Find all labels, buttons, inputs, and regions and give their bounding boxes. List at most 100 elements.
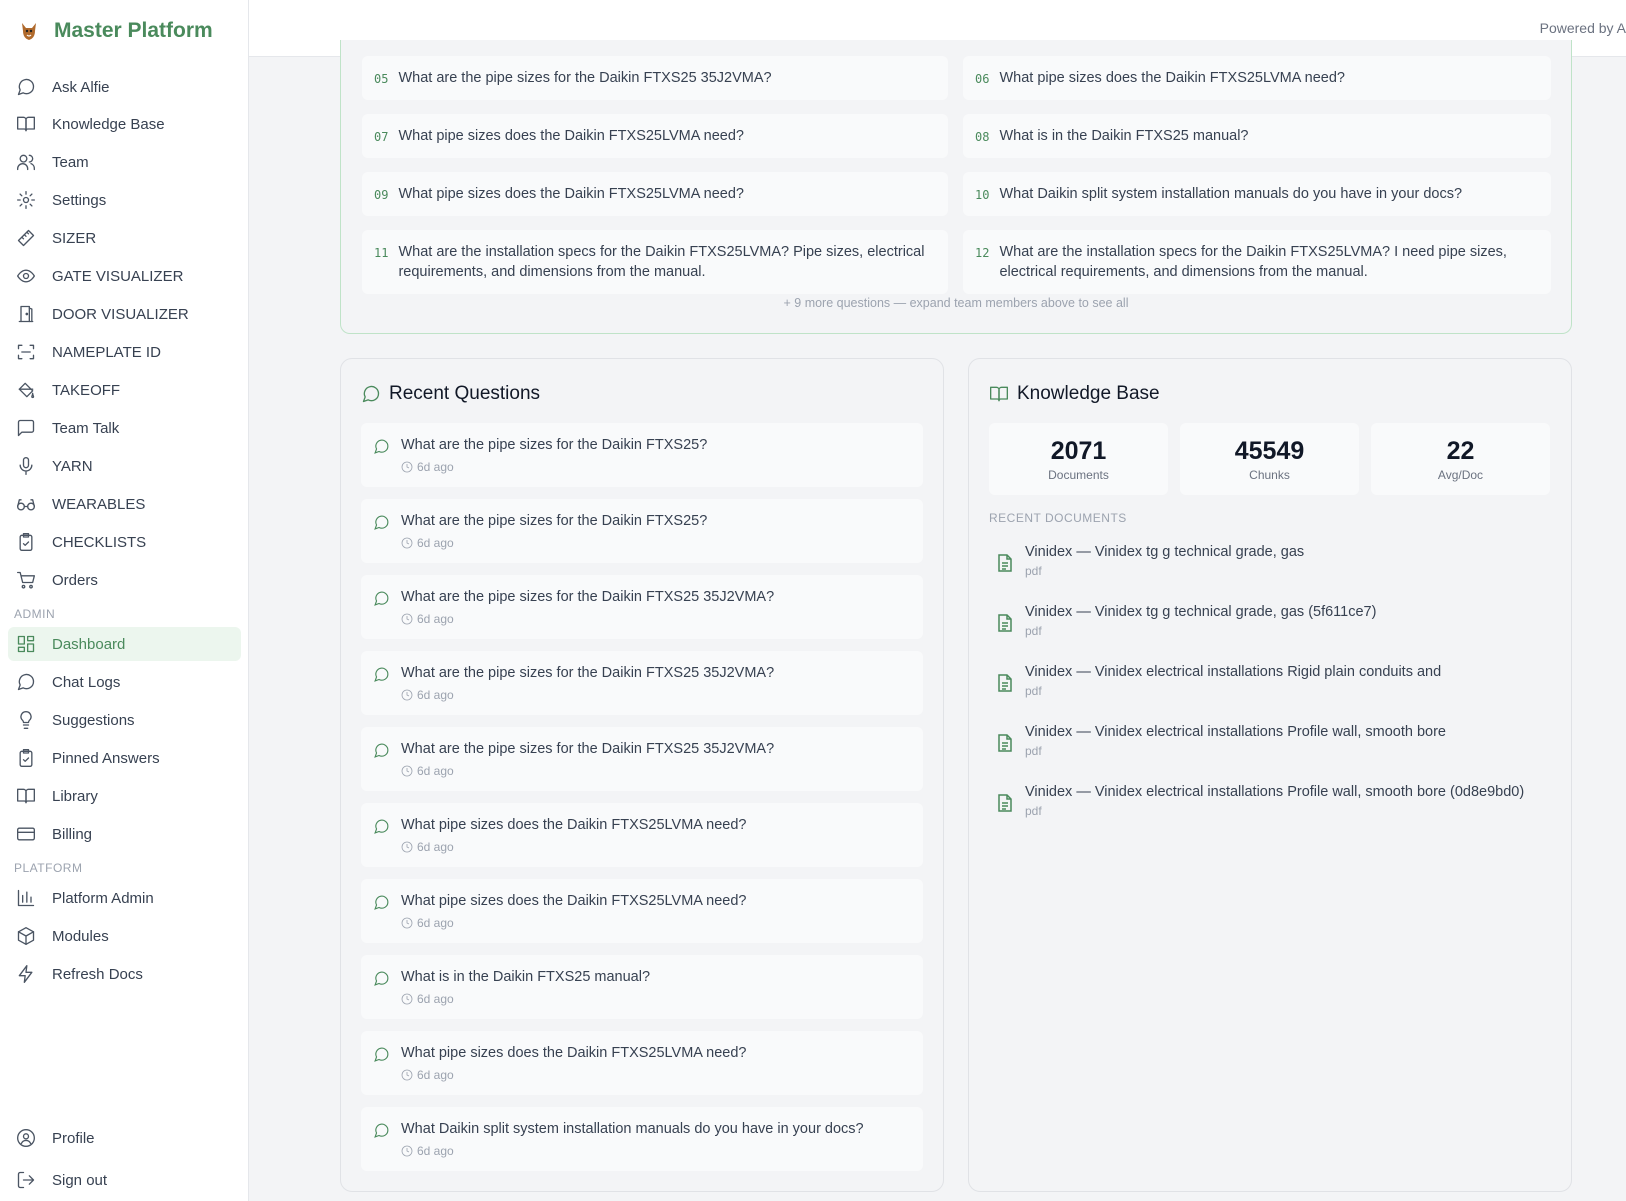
question-time: 6d ago — [401, 992, 454, 1006]
sidebar-item-pinned-answers[interactable]: Pinned Answers — [8, 741, 241, 775]
card-title-text: Knowledge Base — [1017, 383, 1160, 404]
sidebar-item-library[interactable]: Library — [8, 779, 241, 813]
top-question-item[interactable]: 08 What is in the Daikin FTXS25 manual? — [963, 114, 1551, 158]
clipboard-check-icon — [14, 746, 38, 770]
chat-bubble-icon — [362, 385, 380, 403]
sidebar-item-ask-alfie[interactable]: Ask Alfie — [8, 70, 241, 104]
dashboard-grid-icon — [14, 632, 38, 656]
top-question-item[interactable]: 12 What are the installation specs for t… — [963, 230, 1551, 294]
time-text: 6d ago — [417, 688, 454, 702]
sidebar-item-checklists[interactable]: CHECKLISTS — [8, 525, 241, 559]
sidebar-item-knowledge-base[interactable]: Knowledge Base — [8, 107, 241, 141]
lightbulb-icon — [14, 708, 38, 732]
top-question-item[interactable]: 10 What Daikin split system installation… — [963, 172, 1551, 216]
sidebar-item-takeoff[interactable]: TAKEOFF — [8, 373, 241, 407]
recent-question-item[interactable]: What pipe sizes does the Daikin FTXS25LV… — [361, 879, 923, 943]
document-item[interactable]: Vinidex — Vinidex tg g technical grade, … — [989, 544, 1549, 590]
recent-question-item[interactable]: What are the pipe sizes for the Daikin F… — [361, 499, 923, 563]
chat-bubble-icon — [373, 970, 391, 988]
sidebar-item-profile[interactable]: Profile — [8, 1121, 241, 1155]
sidebar-item-nameplate-id[interactable]: NAMEPLATE ID — [8, 335, 241, 369]
chat-bubble-icon — [373, 1046, 391, 1064]
question-time: 6d ago — [401, 916, 454, 930]
user-circle-icon — [14, 1126, 38, 1150]
sidebar-item-sign-out[interactable]: Sign out — [8, 1163, 241, 1197]
question-text: What Daikin split system installation ma… — [401, 1121, 864, 1137]
time-text: 6d ago — [417, 916, 454, 930]
cart-icon — [14, 568, 38, 592]
stat-value: 22 — [1446, 437, 1475, 465]
recent-question-item[interactable]: What are the pipe sizes for the Daikin F… — [361, 651, 923, 715]
recent-question-item[interactable]: What are the pipe sizes for the Daikin F… — [361, 727, 923, 791]
recent-question-item[interactable]: What pipe sizes does the Daikin FTXS25LV… — [361, 803, 923, 867]
recent-questions-title: Recent Questions — [361, 383, 540, 405]
sidebar-item-door-visualizer[interactable]: DOOR VISUALIZER — [8, 297, 241, 331]
document-item[interactable]: Vinidex — Vinidex electrical installatio… — [989, 664, 1549, 710]
question-text: What pipe sizes does the Daikin FTXS25LV… — [398, 128, 744, 144]
recent-question-item[interactable]: What are the pipe sizes for the Daikin F… — [361, 575, 923, 639]
sidebar-item-label: Team — [52, 153, 89, 171]
recent-question-item[interactable]: What pipe sizes does the Daikin FTXS25LV… — [361, 1031, 923, 1095]
top-question-item[interactable]: 11 What are the installation specs for t… — [362, 230, 948, 294]
sidebar-item-yarn[interactable]: YARN — [8, 449, 241, 483]
sidebar-item-refresh-docs[interactable]: Refresh Docs — [8, 957, 241, 991]
sidebar-item-orders[interactable]: Orders — [8, 563, 241, 597]
sidebar-item-wearables[interactable]: WEARABLES — [8, 487, 241, 521]
chat-bubble-icon — [14, 670, 38, 694]
brand[interactable]: Master Platform — [16, 16, 213, 46]
recent-question-item[interactable]: What Daikin split system installation ma… — [361, 1107, 923, 1171]
stat-label: Documents — [1048, 468, 1109, 482]
sidebar-item-label: GATE VISUALIZER — [52, 267, 184, 285]
sidebar-item-platform-admin[interactable]: Platform Admin — [8, 881, 241, 915]
sidebar-item-sizer[interactable]: SIZER — [8, 221, 241, 255]
clock-icon — [401, 765, 413, 777]
chat-bubble-icon — [373, 742, 391, 760]
document-type: pdf — [1025, 684, 1042, 698]
sidebar-item-billing[interactable]: Billing — [8, 817, 241, 851]
recent-documents-heading: RECENT DOCUMENTS — [989, 511, 1127, 525]
sidebar-item-dashboard[interactable]: Dashboard — [8, 627, 241, 661]
recent-question-item[interactable]: What is in the Daikin FTXS25 manual? 6d … — [361, 955, 923, 1019]
clock-icon — [401, 1145, 413, 1157]
sidebar-item-gate-visualizer[interactable]: GATE VISUALIZER — [8, 259, 241, 293]
document-item[interactable]: Vinidex — Vinidex tg g technical grade, … — [989, 604, 1549, 650]
top-question-item[interactable]: 07 What pipe sizes does the Daikin FTXS2… — [362, 114, 948, 158]
file-text-icon — [997, 674, 1013, 692]
question-time: 6d ago — [401, 840, 454, 854]
document-name: Vinidex — Vinidex electrical installatio… — [1025, 724, 1446, 740]
paint-bucket-icon — [14, 378, 38, 402]
question-text: What pipe sizes does the Daikin FTXS25LV… — [401, 817, 747, 833]
question-text: What pipe sizes does the Daikin FTXS25LV… — [999, 70, 1345, 86]
gear-icon — [14, 188, 38, 212]
top-question-item[interactable]: 06 What pipe sizes does the Daikin FTXS2… — [963, 56, 1551, 100]
platform-section-heading: PLATFORM — [14, 861, 83, 875]
sidebar-item-suggestions[interactable]: Suggestions — [8, 703, 241, 737]
question-time: 6d ago — [401, 1144, 454, 1158]
sidebar-item-label: Sign out — [52, 1171, 108, 1189]
sidebar-item-label: Chat Logs — [52, 673, 121, 691]
stat-label: Avg/Doc — [1437, 468, 1484, 482]
top-question-item[interactable]: 05 What are the pipe sizes for the Daiki… — [362, 56, 948, 100]
clipboard-check-icon — [14, 530, 38, 554]
sidebar-item-chat-logs[interactable]: Chat Logs — [8, 665, 241, 699]
time-text: 6d ago — [417, 536, 454, 550]
sidebar-item-label: Knowledge Base — [52, 115, 165, 133]
time-text: 6d ago — [417, 612, 454, 626]
recent-questions-card: Recent Questions What are the pipe sizes… — [340, 358, 944, 1192]
sidebar-item-team-talk[interactable]: Team Talk — [8, 411, 241, 445]
question-time: 6d ago — [401, 612, 454, 626]
document-item[interactable]: Vinidex — Vinidex electrical installatio… — [989, 784, 1549, 830]
knowledge-base-card: Knowledge Base 2071 Documents 45549 Chun… — [968, 358, 1572, 1192]
sidebar-item-settings[interactable]: Settings — [8, 183, 241, 217]
question-number: 10 — [975, 188, 990, 202]
document-type: pdf — [1025, 624, 1042, 638]
top-questions-panel: 05 What are the pipe sizes for the Daiki… — [340, 40, 1572, 334]
sidebar-item-modules[interactable]: Modules — [8, 919, 241, 953]
eye-icon — [14, 264, 38, 288]
sidebar-item-team[interactable]: Team — [8, 145, 241, 179]
clock-icon — [401, 917, 413, 929]
time-text: 6d ago — [417, 992, 454, 1006]
document-item[interactable]: Vinidex — Vinidex electrical installatio… — [989, 724, 1549, 770]
top-question-item[interactable]: 09 What pipe sizes does the Daikin FTXS2… — [362, 172, 948, 216]
recent-question-item[interactable]: What are the pipe sizes for the Daikin F… — [361, 423, 923, 487]
